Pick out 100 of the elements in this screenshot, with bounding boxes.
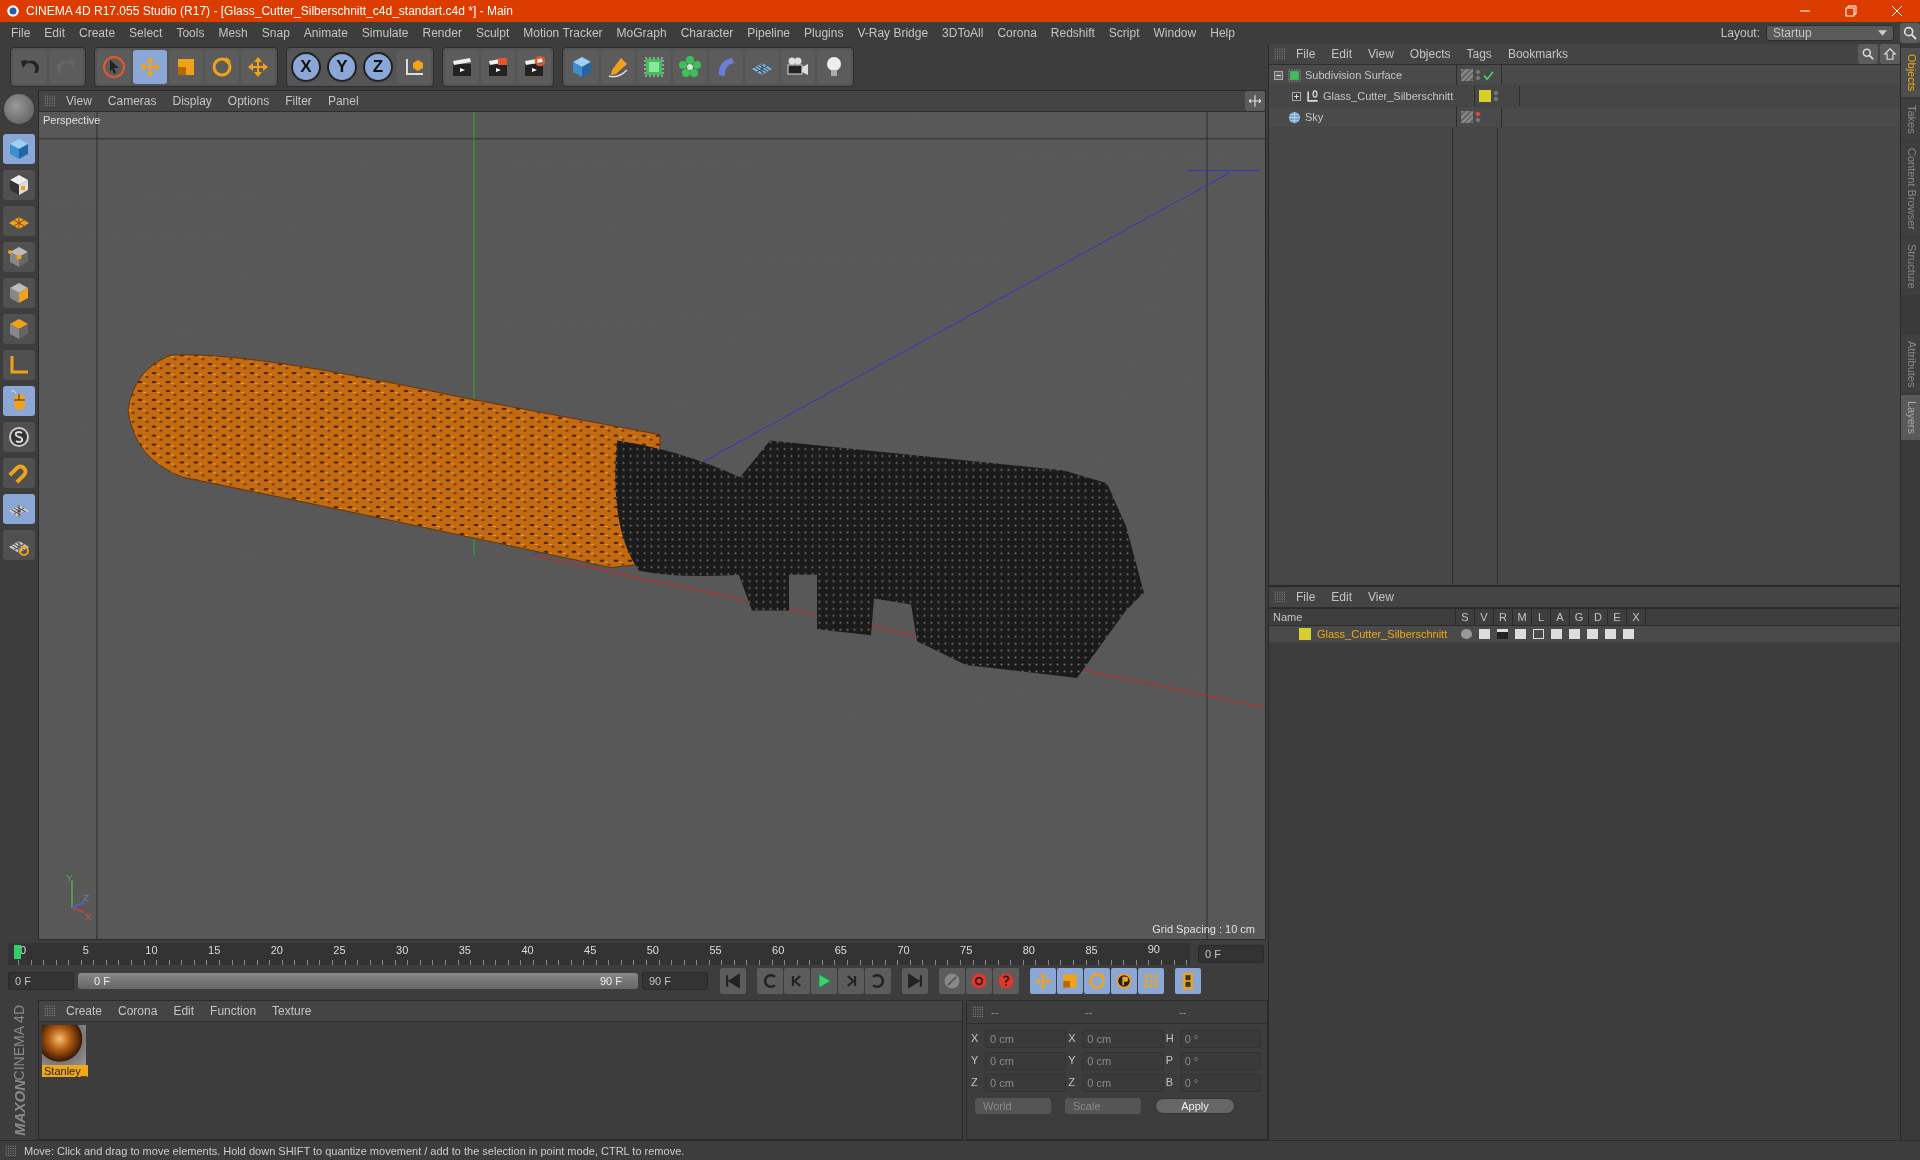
- menu-item[interactable]: Window: [1146, 26, 1204, 40]
- search-button[interactable]: [1858, 44, 1878, 64]
- frame-range-slider[interactable]: 0 F 90 F: [78, 973, 638, 989]
- expand-toggle[interactable]: [1291, 90, 1302, 102]
- mode-button[interactable]: [3, 422, 35, 452]
- layer-color-swatch[interactable]: [1479, 90, 1491, 102]
- tool-button[interactable]: [241, 50, 275, 84]
- viewport-menu-item[interactable]: Filter: [278, 94, 319, 108]
- tool-button[interactable]: [205, 50, 239, 84]
- axis-lock-button[interactable]: Z: [363, 52, 393, 82]
- menu-item[interactable]: Tools: [169, 26, 212, 40]
- no-layer-swatch[interactable]: [1461, 69, 1473, 81]
- render-button[interactable]: [481, 50, 515, 84]
- object-menu-item[interactable]: View: [1361, 47, 1401, 61]
- menu-item[interactable]: Simulate: [354, 26, 416, 40]
- menu-item[interactable]: Create: [72, 26, 123, 40]
- object-menu-item[interactable]: Tags: [1459, 47, 1499, 61]
- side-tab[interactable]: Objects: [1901, 48, 1920, 98]
- viewport-menu-item[interactable]: Cameras: [100, 94, 164, 108]
- menu-item[interactable]: Pipeline: [740, 26, 798, 40]
- end-frame-field[interactable]: 90 F: [642, 972, 708, 990]
- menu-item[interactable]: Corona: [990, 26, 1044, 40]
- object-name[interactable]: Glass_Cutter_Silberschnitt: [1323, 90, 1454, 102]
- object-menu-item[interactable]: Objects: [1402, 47, 1458, 61]
- material-menu-item[interactable]: Texture: [265, 1004, 319, 1018]
- record-button[interactable]: [993, 968, 1019, 994]
- object-name[interactable]: Sky: [1305, 111, 1324, 123]
- view-navigation-button[interactable]: [1245, 91, 1265, 111]
- visibility-dots-icon[interactable]: [1476, 112, 1480, 122]
- playback-button[interactable]: [838, 968, 864, 994]
- object-name[interactable]: Subdivision Surface: [1305, 69, 1403, 81]
- layer-color-swatch[interactable]: [1299, 628, 1311, 640]
- material-name[interactable]: Stanley_: [42, 1065, 88, 1077]
- coordinate-system-button[interactable]: [397, 50, 431, 84]
- mode-button[interactable]: [3, 170, 35, 200]
- start-frame-field[interactable]: 0 F: [8, 972, 74, 990]
- menu-item[interactable]: Sculpt: [468, 26, 517, 40]
- go-to-end-button[interactable]: [902, 968, 928, 994]
- object-menu-item[interactable]: Edit: [1324, 47, 1360, 61]
- collapse-toggle[interactable]: [1273, 69, 1284, 81]
- material-ball-thumbnail[interactable]: [42, 1025, 86, 1065]
- material-menu-item[interactable]: Edit: [166, 1004, 202, 1018]
- menu-item[interactable]: MoGraph: [609, 26, 674, 40]
- home-button[interactable]: [1880, 44, 1900, 64]
- menu-item[interactable]: Character: [673, 26, 741, 40]
- record-button[interactable]: [939, 968, 965, 994]
- menu-item[interactable]: Help: [1203, 26, 1242, 40]
- menu-item[interactable]: Render: [415, 26, 469, 40]
- menu-item[interactable]: Edit: [37, 26, 73, 40]
- menu-item[interactable]: 3DToAll: [935, 26, 991, 40]
- side-tab[interactable]: Layers: [1901, 395, 1920, 441]
- axis-lock-button[interactable]: X: [291, 52, 321, 82]
- layout-dropdown[interactable]: Startup: [1766, 25, 1894, 41]
- tool-button[interactable]: [97, 50, 131, 84]
- layer-menu-item[interactable]: File: [1289, 590, 1323, 604]
- side-tab[interactable]: Content Browser: [1901, 142, 1920, 236]
- material-menu-item[interactable]: Corona: [111, 1004, 165, 1018]
- playback-button[interactable]: [757, 968, 783, 994]
- menu-item[interactable]: V-Ray Bridge: [850, 26, 936, 40]
- undo-button[interactable]: [13, 50, 47, 84]
- visibility-dots-icon[interactable]: [1476, 70, 1480, 80]
- playback-button[interactable]: [865, 968, 891, 994]
- go-to-start-button[interactable]: [720, 968, 746, 994]
- menu-item[interactable]: Plugins: [797, 26, 851, 40]
- object-menu-item[interactable]: File: [1289, 47, 1323, 61]
- menu-item[interactable]: Snap: [254, 26, 297, 40]
- render-button[interactable]: [445, 50, 479, 84]
- tool-button[interactable]: [169, 50, 203, 84]
- layer-name[interactable]: Glass_Cutter_Silberschnitt: [1317, 628, 1448, 640]
- viewport-menu-item[interactable]: Display: [165, 94, 219, 108]
- menu-item[interactable]: Select: [122, 26, 170, 40]
- visibility-dots-icon[interactable]: [1494, 91, 1498, 101]
- create-object-button[interactable]: [781, 50, 815, 84]
- no-layer-swatch[interactable]: [1461, 111, 1473, 123]
- timeline-button[interactable]: [1175, 968, 1201, 994]
- material-menu-item[interactable]: Create: [59, 1004, 110, 1018]
- object-menu-item[interactable]: Bookmarks: [1500, 47, 1575, 61]
- menu-item[interactable]: Animate: [296, 26, 355, 40]
- viewport-menu-item[interactable]: Panel: [320, 94, 366, 108]
- layer-menu-item[interactable]: Edit: [1324, 590, 1360, 604]
- playback-button[interactable]: [784, 968, 810, 994]
- render-button[interactable]: [517, 50, 551, 84]
- menu-item[interactable]: Mesh: [211, 26, 255, 40]
- axis-lock-button[interactable]: Y: [327, 52, 357, 82]
- side-tab[interactable]: Takes: [1901, 99, 1920, 141]
- mode-button[interactable]: [3, 530, 35, 560]
- playback-button[interactable]: [811, 968, 837, 994]
- checkmark-icon[interactable]: [1483, 69, 1494, 81]
- menu-item[interactable]: Redshift: [1043, 26, 1102, 40]
- viewport-menu-item[interactable]: View: [59, 94, 99, 108]
- viewport-menu-item[interactable]: Options: [220, 94, 277, 108]
- record-button[interactable]: [966, 968, 992, 994]
- layer-menu-item[interactable]: View: [1361, 590, 1401, 604]
- material-menu-item[interactable]: Function: [203, 1004, 264, 1018]
- side-tab[interactable]: Attributes: [1901, 334, 1920, 394]
- menu-item[interactable]: File: [4, 26, 38, 40]
- current-frame-field[interactable]: 0 F: [1198, 945, 1264, 963]
- menu-item[interactable]: Motion Tracker: [516, 26, 610, 40]
- menu-item[interactable]: Script: [1101, 26, 1147, 40]
- search-button[interactable]: [1900, 23, 1920, 43]
